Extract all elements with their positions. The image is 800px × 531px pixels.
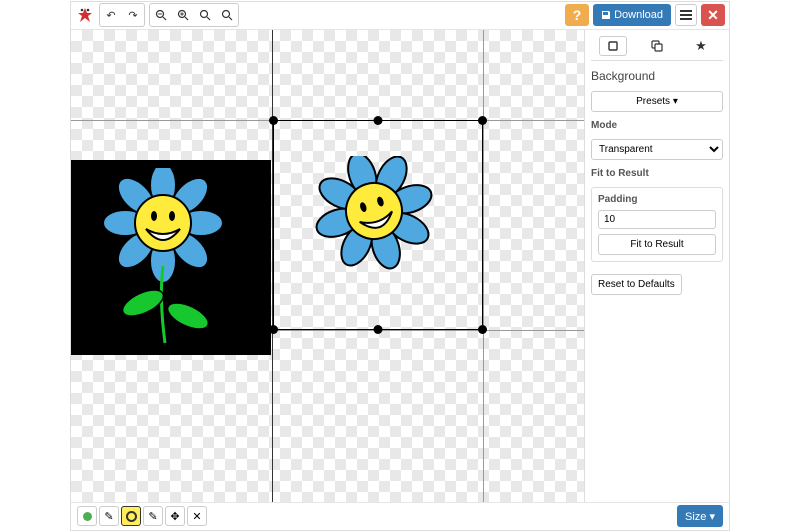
add-mark-button[interactable] bbox=[77, 506, 97, 526]
tab-background[interactable] bbox=[599, 36, 627, 56]
main-area: ★ Background Presets ▾ Mode Transparent … bbox=[71, 30, 729, 502]
menu-button[interactable] bbox=[675, 4, 697, 26]
mode-select[interactable]: Transparent bbox=[591, 139, 723, 160]
padding-input[interactable] bbox=[598, 210, 716, 229]
undo-button[interactable]: ↶ bbox=[101, 5, 121, 25]
crop-handle-bl[interactable] bbox=[269, 325, 278, 334]
brush-icon: ✎ bbox=[148, 510, 157, 523]
background-section-title: Background bbox=[591, 69, 723, 83]
tab-favorites[interactable]: ★ bbox=[687, 36, 715, 56]
sidebar-tabs: ★ bbox=[591, 36, 723, 61]
sidebar: ★ Background Presets ▾ Mode Transparent … bbox=[584, 30, 729, 502]
size-button[interactable]: Size ▾ bbox=[677, 505, 723, 527]
redo-button[interactable]: ↷ bbox=[123, 5, 143, 25]
reset-defaults-button[interactable]: Reset to Defaults bbox=[591, 274, 682, 295]
crop-handle-tl[interactable] bbox=[269, 116, 278, 125]
flower-original-icon bbox=[93, 168, 248, 353]
close-button[interactable]: ✕ bbox=[701, 4, 725, 26]
presets-button[interactable]: Presets ▾ bbox=[591, 91, 723, 112]
remove-button[interactable]: ✕ bbox=[187, 506, 207, 526]
flower-result-icon bbox=[314, 156, 444, 276]
crop-handle-tr[interactable] bbox=[478, 116, 487, 125]
highlight-button[interactable] bbox=[121, 506, 141, 526]
app-logo-icon bbox=[75, 5, 95, 25]
crop-handle-tm[interactable] bbox=[374, 116, 383, 125]
tab-layers[interactable] bbox=[643, 36, 671, 56]
zoom-fit-button[interactable] bbox=[195, 5, 215, 25]
undo-redo-group: ↶ ↷ bbox=[99, 3, 145, 27]
top-toolbar: ↶ ↷ ? Download ✕ bbox=[71, 2, 729, 30]
copy-stack-icon bbox=[650, 39, 664, 53]
crop-handle-bm[interactable] bbox=[374, 325, 383, 334]
move-button[interactable]: ✥ bbox=[165, 506, 185, 526]
zoom-out-button[interactable] bbox=[151, 5, 171, 25]
original-image bbox=[71, 160, 271, 355]
eraser-icon: ✎ bbox=[104, 510, 113, 523]
brush-button[interactable]: ✎ bbox=[143, 506, 163, 526]
fit-fieldset: Padding Fit to Result bbox=[591, 187, 723, 262]
yellow-circle-icon bbox=[126, 511, 137, 522]
fit-title: Fit to Result bbox=[591, 168, 723, 179]
green-dot-icon bbox=[83, 512, 92, 521]
zoom-group bbox=[149, 3, 239, 27]
download-button[interactable]: Download bbox=[593, 4, 671, 26]
bottom-toolbar: ✎ ✎ ✥ ✕ Size ▾ bbox=[71, 502, 729, 530]
zoom-actual-button[interactable] bbox=[217, 5, 237, 25]
guide-vertical bbox=[483, 30, 484, 502]
crop-handle-br[interactable] bbox=[478, 325, 487, 334]
crop-box[interactable] bbox=[273, 120, 483, 330]
save-icon bbox=[601, 10, 611, 20]
canvas[interactable] bbox=[71, 30, 584, 502]
erase-mark-button[interactable]: ✎ bbox=[99, 506, 119, 526]
mode-label: Mode bbox=[591, 120, 723, 131]
download-label: Download bbox=[614, 9, 663, 21]
padding-label: Padding bbox=[598, 194, 716, 205]
zoom-in-button[interactable] bbox=[173, 5, 193, 25]
copy-single-icon bbox=[606, 39, 620, 53]
app-window: ↶ ↷ ? Download ✕ bbox=[70, 1, 730, 531]
help-button[interactable]: ? bbox=[565, 4, 589, 26]
fit-button[interactable]: Fit to Result bbox=[598, 234, 716, 255]
